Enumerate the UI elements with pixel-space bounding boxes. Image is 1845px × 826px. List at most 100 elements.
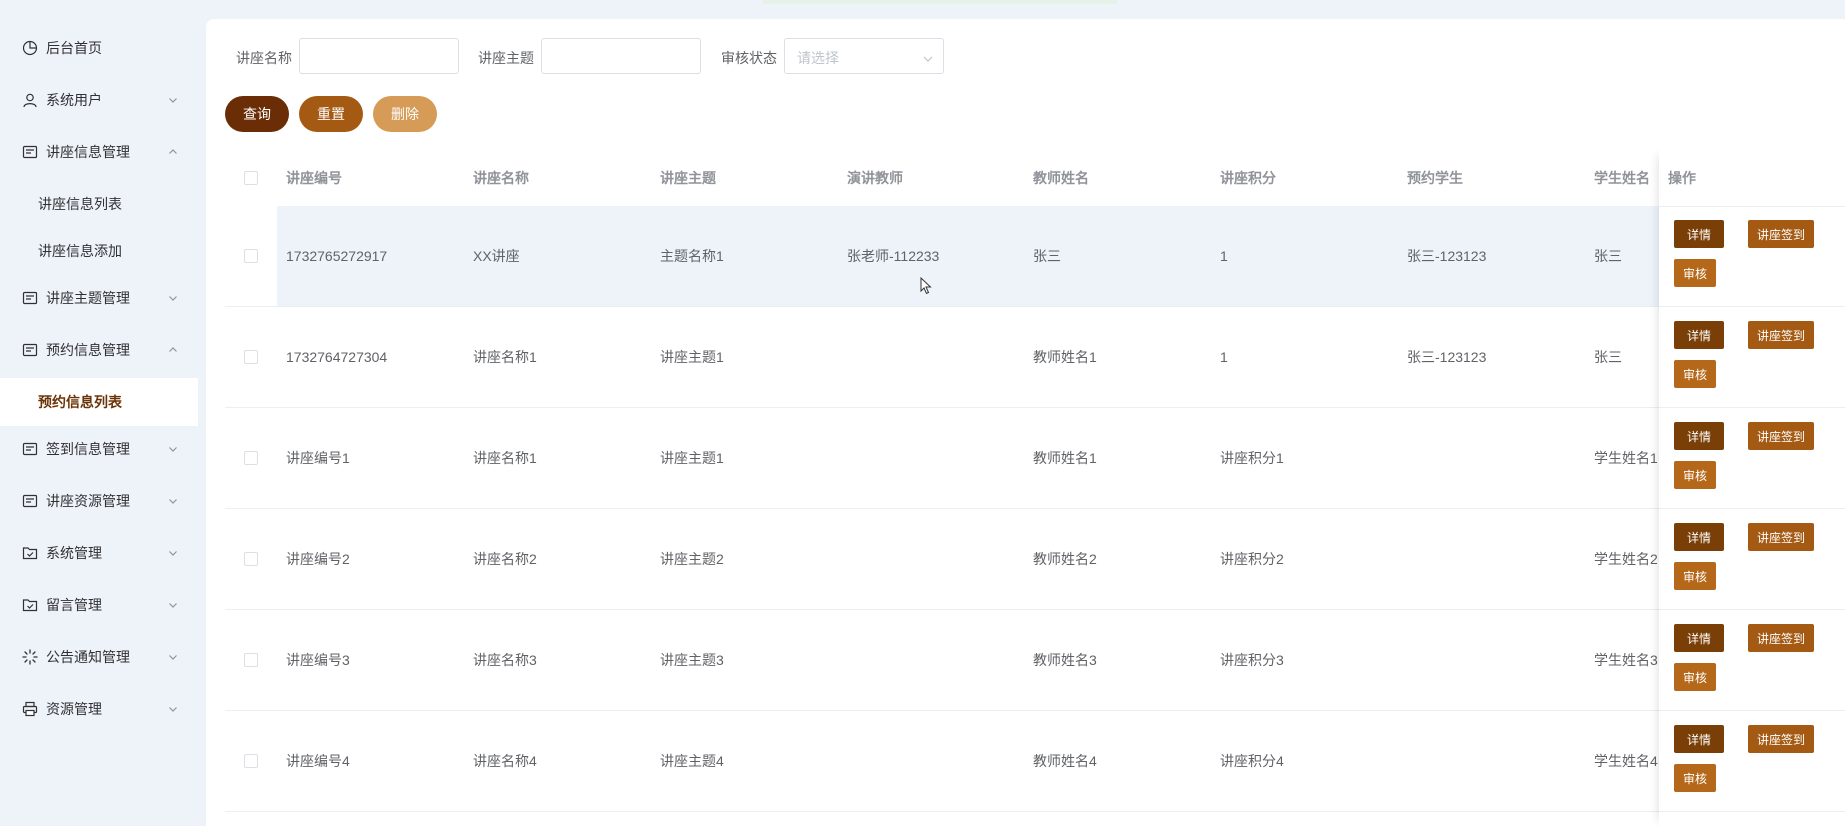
sidebar-subitem-7[interactable]: 预约信息列表 bbox=[0, 378, 198, 426]
column-header-6[interactable]: 预约学生 bbox=[1407, 150, 1463, 206]
table-cell: 教师姓名2 bbox=[1033, 551, 1097, 567]
sidebar-item-6[interactable]: 预约信息管理 bbox=[0, 324, 198, 376]
delete-button[interactable]: 删除 bbox=[373, 96, 437, 132]
column-header-5[interactable]: 讲座积分 bbox=[1220, 150, 1276, 206]
sidebar-item-11[interactable]: 留言管理 bbox=[0, 579, 198, 631]
row-select-cell bbox=[225, 610, 277, 710]
table-cell: 1 bbox=[1220, 349, 1228, 365]
sidebar-item-2[interactable]: 讲座信息管理 bbox=[0, 126, 198, 178]
sidebar-item-8[interactable]: 签到信息管理 bbox=[0, 423, 198, 475]
sidebar-item-label: 讲座资源管理 bbox=[46, 493, 130, 509]
table-cell: 主题名称1 bbox=[660, 248, 724, 264]
loading-bar bbox=[762, 0, 1118, 4]
sidebar-item-12[interactable]: 公告通知管理 bbox=[0, 631, 198, 683]
column-header-2[interactable]: 讲座主题 bbox=[660, 150, 716, 206]
column-header-4[interactable]: 教师姓名 bbox=[1033, 150, 1089, 206]
loading-icon bbox=[22, 649, 38, 665]
table-cell: 学生姓名3 bbox=[1594, 652, 1658, 668]
audit-button[interactable]: 审核 bbox=[1674, 562, 1716, 590]
row-operations: 详情 讲座签到审核 bbox=[1659, 711, 1845, 812]
audit-button[interactable]: 审核 bbox=[1674, 259, 1716, 287]
column-header-0[interactable]: 讲座编号 bbox=[286, 150, 342, 206]
document-icon bbox=[22, 144, 38, 160]
lecture-sign-in-button[interactable]: 讲座签到 bbox=[1748, 624, 1814, 652]
row-checkbox[interactable] bbox=[244, 451, 258, 465]
document-icon bbox=[22, 342, 38, 358]
lecture-sign-in-button[interactable]: 讲座签到 bbox=[1748, 220, 1814, 248]
row-operations: 详情 讲座签到审核 bbox=[1659, 408, 1845, 509]
sidebar-item-0[interactable]: 后台首页 bbox=[0, 22, 198, 74]
sidebar-item-13[interactable]: 资源管理 bbox=[0, 683, 198, 735]
chevron-down-icon bbox=[168, 496, 178, 506]
sidebar-subitem-label: 预约信息列表 bbox=[38, 394, 122, 410]
sidebar-item-label: 系统管理 bbox=[46, 545, 102, 561]
table-row[interactable]: 讲座编号4 讲座名称4 讲座主题4 教师姓名4 讲座积分4 学生姓名4 bbox=[225, 711, 1845, 812]
row-checkbox[interactable] bbox=[244, 249, 258, 263]
lecture-name-label: 讲座名称 bbox=[236, 50, 292, 66]
table-cell: 讲座主题1 bbox=[660, 450, 724, 466]
detail-button[interactable]: 详情 bbox=[1674, 725, 1724, 753]
reset-button[interactable]: 重置 bbox=[299, 96, 363, 132]
row-select-cell bbox=[225, 408, 277, 508]
row-checkbox[interactable] bbox=[244, 350, 258, 364]
table-row[interactable]: 1732764727304 讲座名称1 讲座主题1 教师姓名1 1 张三-123123 张三 bbox=[225, 307, 1845, 408]
lecture-theme-input[interactable] bbox=[541, 38, 701, 74]
sidebar-item-5[interactable]: 讲座主题管理 bbox=[0, 272, 198, 324]
chevron-up-icon bbox=[168, 345, 178, 355]
detail-button[interactable]: 详情 bbox=[1674, 523, 1724, 551]
lecture-name-input[interactable] bbox=[299, 38, 459, 74]
table-cell: 讲座编号2 bbox=[286, 551, 350, 567]
sidebar-subitem-3[interactable]: 讲座信息列表 bbox=[0, 180, 198, 228]
detail-button[interactable]: 详情 bbox=[1674, 321, 1724, 349]
lecture-sign-in-button[interactable]: 讲座签到 bbox=[1748, 725, 1814, 753]
operations-header-label: 操作 bbox=[1668, 170, 1696, 186]
row-operations: 详情 讲座签到审核 bbox=[1659, 610, 1845, 711]
table-row[interactable]: 讲座编号2 讲座名称2 讲座主题2 教师姓名2 讲座积分2 学生姓名2 bbox=[225, 509, 1845, 610]
table-cell: 教师姓名1 bbox=[1033, 349, 1097, 365]
audit-button[interactable]: 审核 bbox=[1674, 764, 1716, 792]
operations-column: 操作 详情 讲座签到 审核 详情 讲座签到 审核 详情 讲座签到 审核 详情 讲座签到 审核 详情 讲座签… bbox=[1659, 150, 1845, 826]
row-checkbox[interactable] bbox=[244, 653, 258, 667]
table-row[interactable]: 1732765272917 XX讲座 主题名称1 张老师-112233 张三 1 张三-12… bbox=[225, 206, 1845, 307]
lecture-sign-in-button[interactable]: 讲座签到 bbox=[1748, 321, 1814, 349]
table-cell: 讲座编号1 bbox=[286, 450, 350, 466]
sidebar-item-10[interactable]: 系统管理 bbox=[0, 527, 198, 579]
document-icon bbox=[22, 290, 38, 306]
detail-button[interactable]: 详情 bbox=[1674, 624, 1724, 652]
audit-status-select[interactable]: 请选择 bbox=[784, 38, 944, 74]
table-cell: 张三-123123 bbox=[1407, 349, 1487, 365]
table-cell: 讲座编号3 bbox=[286, 652, 350, 668]
detail-button[interactable]: 详情 bbox=[1674, 422, 1724, 450]
audit-button[interactable]: 审核 bbox=[1674, 360, 1716, 388]
lecture-sign-in-button[interactable]: 讲座签到 bbox=[1748, 523, 1814, 551]
audit-button[interactable]: 审核 bbox=[1674, 663, 1716, 691]
chevron-down-icon bbox=[168, 600, 178, 610]
sidebar-item-label: 留言管理 bbox=[46, 597, 102, 613]
chevron-down-icon bbox=[168, 548, 178, 558]
table-cell: 讲座名称3 bbox=[473, 652, 537, 668]
sidebar-subitem-label: 讲座信息列表 bbox=[38, 196, 122, 212]
row-checkbox[interactable] bbox=[244, 552, 258, 566]
column-header-7[interactable]: 学生姓名 bbox=[1594, 150, 1650, 206]
sidebar-item-label: 讲座信息管理 bbox=[46, 144, 130, 160]
column-header-3[interactable]: 演讲教师 bbox=[847, 150, 903, 206]
sidebar-item-1[interactable]: 系统用户 bbox=[0, 74, 198, 126]
row-checkbox[interactable] bbox=[244, 754, 258, 768]
query-button[interactable]: 查询 bbox=[225, 96, 289, 132]
select-all-checkbox[interactable] bbox=[244, 171, 258, 185]
audit-button[interactable]: 审核 bbox=[1674, 461, 1716, 489]
sidebar-item-label: 讲座主题管理 bbox=[46, 290, 130, 306]
sidebar-subitem-4[interactable]: 讲座信息添加 bbox=[0, 227, 198, 275]
row-select-cell bbox=[225, 206, 277, 306]
folder-check-icon bbox=[22, 597, 38, 613]
column-header-1[interactable]: 讲座名称 bbox=[473, 150, 529, 206]
table-row[interactable]: 讲座编号3 讲座名称3 讲座主题3 教师姓名3 讲座积分3 学生姓名3 bbox=[225, 610, 1845, 711]
table-cell: 教师姓名1 bbox=[1033, 450, 1097, 466]
table-cell: 讲座名称4 bbox=[473, 753, 537, 769]
table-cell: 讲座主题4 bbox=[660, 753, 724, 769]
operations-header: 操作 bbox=[1659, 150, 1845, 207]
detail-button[interactable]: 详情 bbox=[1674, 220, 1724, 248]
sidebar-item-9[interactable]: 讲座资源管理 bbox=[0, 475, 198, 527]
lecture-sign-in-button[interactable]: 讲座签到 bbox=[1748, 422, 1814, 450]
table-row[interactable]: 讲座编号1 讲座名称1 讲座主题1 教师姓名1 讲座积分1 学生姓名1 bbox=[225, 408, 1845, 509]
